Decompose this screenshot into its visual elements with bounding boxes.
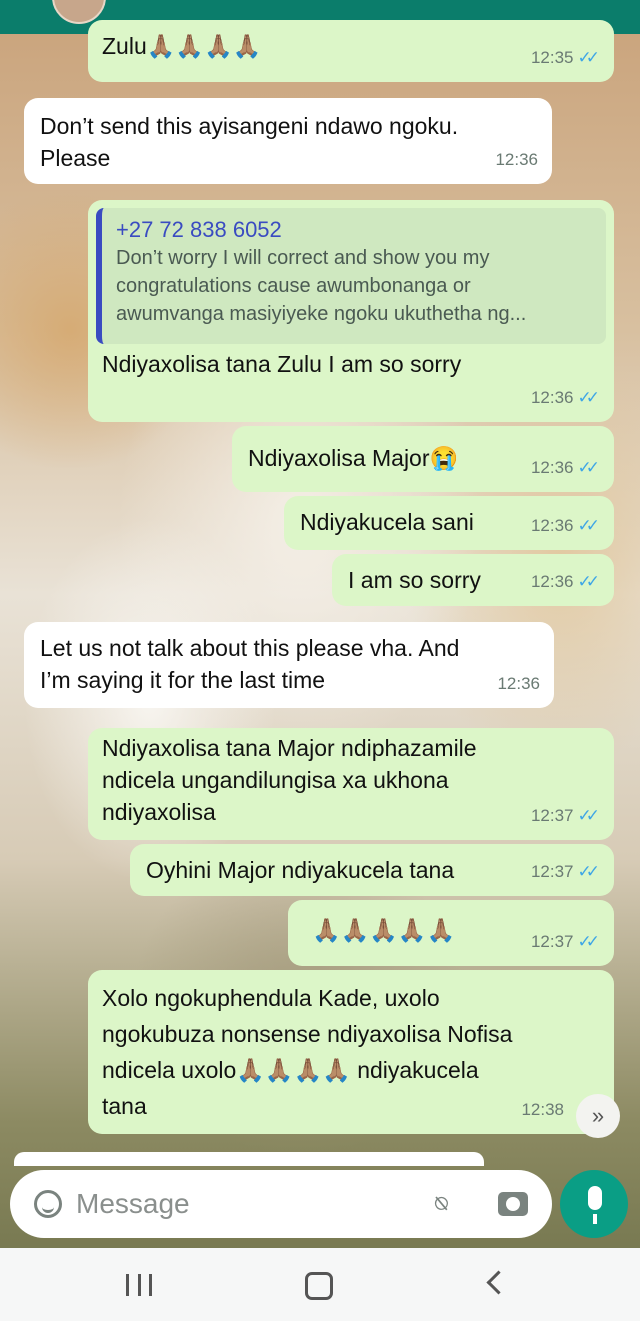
system-navigation-bar [0,1248,640,1321]
message-time: 12:37 [530,932,574,951]
mic-button[interactable] [560,1170,628,1238]
message-meta: 12:36 ✓✓ [531,510,600,542]
message-input-bar[interactable]: Message ⌽ [10,1170,552,1238]
message-time: 12:36 [530,388,574,407]
message-meta: 12:37 ✓✓ [531,926,600,958]
message-meta: 12:36 [495,144,538,176]
message-time: 12:35 [530,48,574,67]
message-text: Oyhini Major ndiyakucela tana [146,857,455,883]
home-icon[interactable] [305,1272,333,1300]
back-icon[interactable] [486,1270,511,1295]
message-meta: 12:36 ✓✓ [531,452,600,484]
message-text: Let us not talk about this please vha. A… [40,635,460,693]
message-bubble-outgoing[interactable]: Ndiyakucela sani 12:36 ✓✓ [284,496,614,550]
double-tick-icon: ✓✓ [577,806,600,825]
double-tick-icon: ✓✓ [577,458,600,477]
message-time: 12:38 [521,1100,564,1119]
message-text: Ndiyaxolisa tana Major ndiphazamile ndic… [102,735,477,825]
message-bubble-incoming[interactable]: Let us not talk about this please vha. A… [24,622,554,708]
message-input[interactable]: Message [76,1188,190,1220]
message-bubble-outgoing[interactable]: Ndiyaxolisa tana Major ndiphazamile ndic… [88,728,614,840]
message-time: 12:36 [495,150,538,169]
message-meta: 12:38 [521,1094,564,1126]
message-time: 12:36 [530,572,574,591]
double-tick-icon: ✓✓ [577,48,600,67]
message-text: I am so sorry [348,567,481,593]
double-tick-icon: ✓✓ [577,388,600,407]
quoted-sender: +27 72 838 6052 [116,217,282,242]
message-bubble-incoming[interactable]: Don’t send this ayisangeni ndawo ngoku. … [24,98,552,184]
quoted-text: Don’t worry I will correct and show you … [116,247,527,325]
message-time: 12:37 [530,862,574,881]
message-time: 12:36 [530,516,574,535]
message-text: Ndiyaxolisa tana Zulu I am so sorry [102,351,462,377]
message-bubble-outgoing[interactable]: Zulu🙏🏽🙏🏽🙏🏽🙏🏽 12:35 ✓✓ [88,20,614,82]
message-meta: 12:37 ✓✓ [531,800,600,832]
partial-message-bubble [14,1152,484,1166]
mic-icon [588,1186,602,1224]
camera-icon[interactable] [498,1192,528,1216]
message-text: Don’t send this ayisangeni ndawo ngoku. … [40,113,459,171]
message-meta: 12:36 ✓✓ [531,566,600,598]
double-tick-icon: ✓✓ [577,572,600,591]
message-time: 12:36 [497,674,540,693]
message-text: Ndiyakucela sani [300,509,474,535]
message-time: 12:37 [530,806,574,825]
message-bubble-outgoing[interactable]: 🙏🏽🙏🏽🙏🏽🙏🏽🙏🏽 12:37 ✓✓ [288,900,614,966]
message-meta: 12:36 ✓✓ [531,382,600,414]
emoji-icon[interactable] [34,1190,62,1218]
quoted-message[interactable]: +27 72 838 6052 Don’t worry I will corre… [96,208,606,344]
message-bubble-outgoing-reply[interactable]: +27 72 838 6052 Don’t worry I will corre… [88,200,614,422]
message-text: Ndiyaxolisa Major😭 [248,445,459,471]
message-text: 🙏🏽🙏🏽🙏🏽🙏🏽🙏🏽 [312,917,456,943]
message-bubble-outgoing[interactable]: Xolo ngokuphendula Kade, uxolo ngokubuza… [88,970,614,1134]
message-time: 12:36 [530,458,574,477]
scroll-down-icon[interactable]: » [576,1094,620,1138]
message-text: Zulu🙏🏽🙏🏽🙏🏽🙏🏽 [102,33,262,59]
double-tick-icon: ✓✓ [577,862,600,881]
message-meta: 12:37 ✓✓ [531,856,600,888]
message-bubble-outgoing[interactable]: Ndiyaxolisa Major😭 12:36 ✓✓ [232,426,614,492]
paperclip-icon[interactable]: ⌽ [423,1184,459,1222]
message-meta: 12:36 [497,668,540,700]
message-meta: 12:35 ✓✓ [531,42,600,74]
message-bubble-outgoing[interactable]: Oyhini Major ndiyakucela tana 12:37 ✓✓ [130,844,614,896]
message-text: Xolo ngokuphendula Kade, uxolo ngokubuza… [102,985,513,1119]
double-tick-icon: ✓✓ [577,516,600,535]
recent-apps-icon[interactable] [126,1274,152,1296]
double-tick-icon: ✓✓ [577,932,600,951]
message-bubble-outgoing[interactable]: I am so sorry 12:36 ✓✓ [332,554,614,606]
